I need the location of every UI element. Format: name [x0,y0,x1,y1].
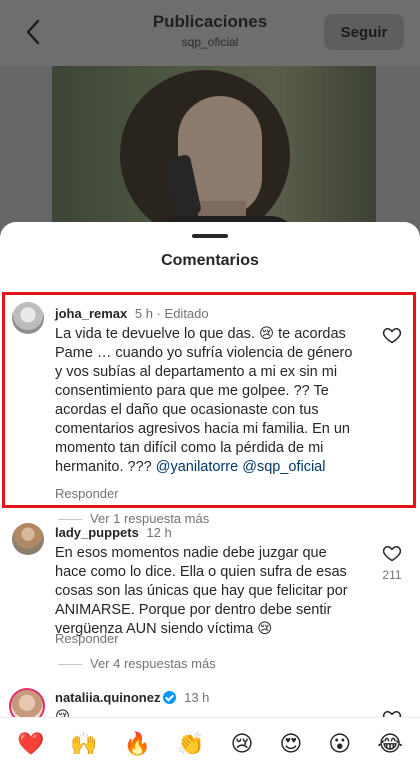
emoji-crying[interactable]: 😢 [230,732,253,755]
comment-meta: lady_puppets 12 h [55,525,172,540]
comment-time: 13 h [184,690,210,705]
sheet-title: Comentarios [161,252,259,269]
comment-time: 12 h [146,525,172,540]
emoji-heart[interactable]: ❤️ [17,732,44,755]
view-more-replies[interactable]: Ver 1 respuesta más [58,511,209,526]
photo-edge-right [376,66,420,236]
emoji-surprised[interactable]: 😮 [328,732,351,755]
emoji-reaction-bar: ❤️ 🙌 🔥 👏 😢 😍 😮 😂 [0,717,420,769]
follow-button[interactable]: Seguir [324,14,404,50]
like-count: 211 [382,568,402,582]
verified-badge-icon [163,691,177,704]
emoji-laughing[interactable]: 😂 [377,732,403,755]
reply-button[interactable]: Responder [55,631,119,646]
emoji-fire[interactable]: 🔥 [124,732,151,755]
photo-edge-left [0,66,52,236]
heart-outline-icon [382,546,402,562]
comment-text: En esos momentos nadie debe juzgar que h… [55,545,348,637]
avatar[interactable] [12,523,44,555]
sheet-grabber[interactable] [192,234,228,238]
comment-meta: nataliia.quinonez 13 h [55,690,209,705]
header: Publicaciones sqp_oficial Seguir [0,0,420,66]
comment-username[interactable]: lady_puppets [55,525,139,540]
like-button[interactable] [382,543,402,563]
view-more-replies[interactable]: Ver 4 respuestas más [58,656,216,671]
comment-username[interactable]: nataliia.quinonez [55,690,160,705]
post-photo [0,66,420,236]
emoji-heart-eyes[interactable]: 😍 [279,732,302,755]
emoji-clapping[interactable]: 👏 [177,732,204,755]
emoji-raised-hands[interactable]: 🙌 [70,732,97,755]
highlight-box [2,292,416,508]
